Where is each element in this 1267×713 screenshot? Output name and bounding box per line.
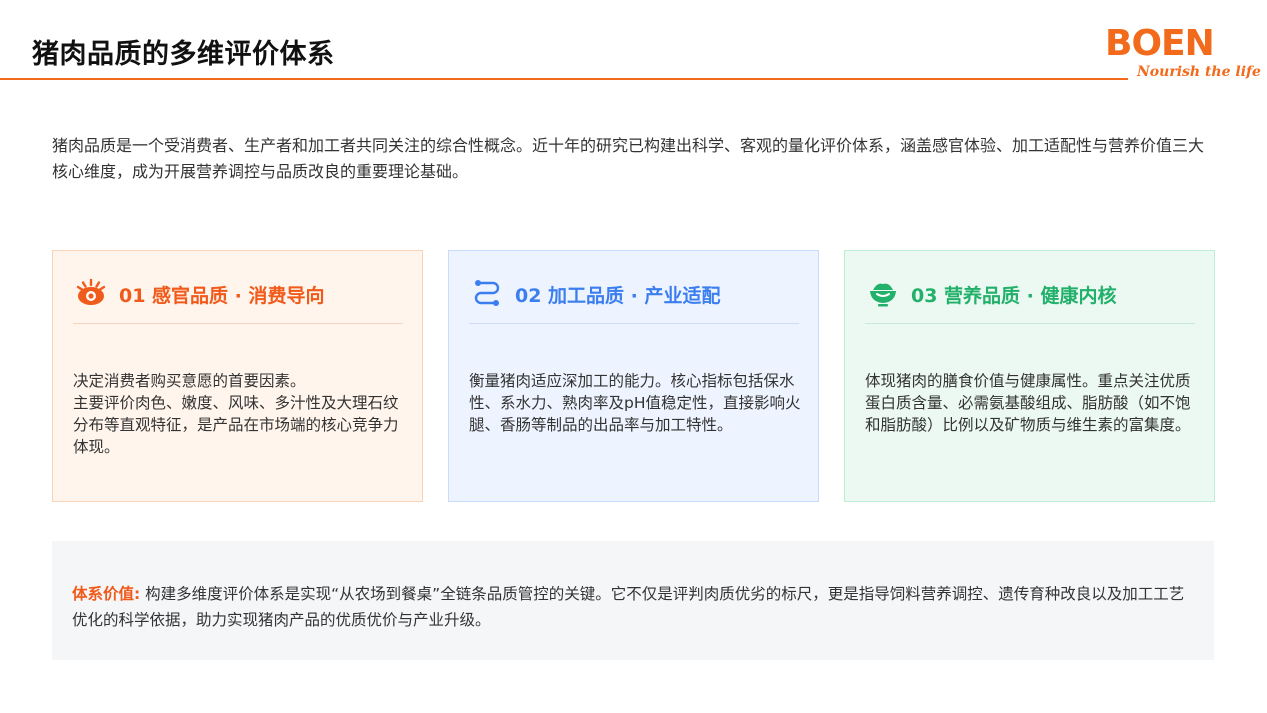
logo-wordmark: BOEN [1105,23,1215,64]
card-body: 衡量猪肉适应深加工的能力。核心指标包括保水性、系水力、熟肉率及pH值稳定性，直接… [469,372,801,434]
card-body: 决定消费者购买意愿的首要因素。 主要评价肉色、嫩度、风味、多汁性及大理石纹分布等… [73,372,399,456]
card-divider [469,323,799,324]
card-body: 体现猪肉的膳食价值与健康属性。重点关注优质蛋白质含量、必需氨基酸组成、脂肪酸（如… [865,372,1191,434]
brand-logo: BOEN Nourish the life [1105,23,1261,94]
card-title: 03 营养品质 · 健康内核 [911,285,1117,307]
card-divider [73,323,403,324]
logo-tagline: Nourish the life [1137,64,1261,80]
card-nutritional-quality: 03 营养品质 · 健康内核 体现猪肉的膳食价值与健康属性。重点关注优质蛋白质含… [844,250,1215,502]
intro-paragraph: 猪肉品质是一个受消费者、生产者和加工者共同关注的综合性概念。近十年的研究已构建出… [52,136,1205,181]
system-value-label: 体系价值: [72,585,141,603]
card-divider [865,323,1195,324]
card-title: 02 加工品质 · 产业适配 [515,285,721,307]
system-value-box: 体系价值: 构建多维度评价体系是实现“从农场到餐桌”全链条品质管控的关键。它不仅… [52,541,1214,660]
card-processing-quality: 02 加工品质 · 产业适配 衡量猪肉适应深加工的能力。核心指标包括保水性、系水… [448,250,819,502]
page-title: 猪肉品质的多维评价体系 [32,39,335,70]
card-sensory-quality: 01 感官品质 · 消费导向 决定消费者购买意愿的首要因素。 主要评价肉色、嫩度… [52,250,423,502]
header-divider [0,78,1128,80]
process-flow-icon [474,280,500,306]
eye-icon [76,278,106,305]
system-value-body: 构建多维度评价体系是实现“从农场到餐桌”全链条品质管控的关键。它不仅是评判肉质优… [72,585,1185,629]
bowl-icon [870,283,896,307]
card-title: 01 感官品质 · 消费导向 [119,285,325,307]
system-value-text: 体系价值: 构建多维度评价体系是实现“从农场到餐桌”全链条品质管控的关键。它不仅… [72,581,1197,633]
